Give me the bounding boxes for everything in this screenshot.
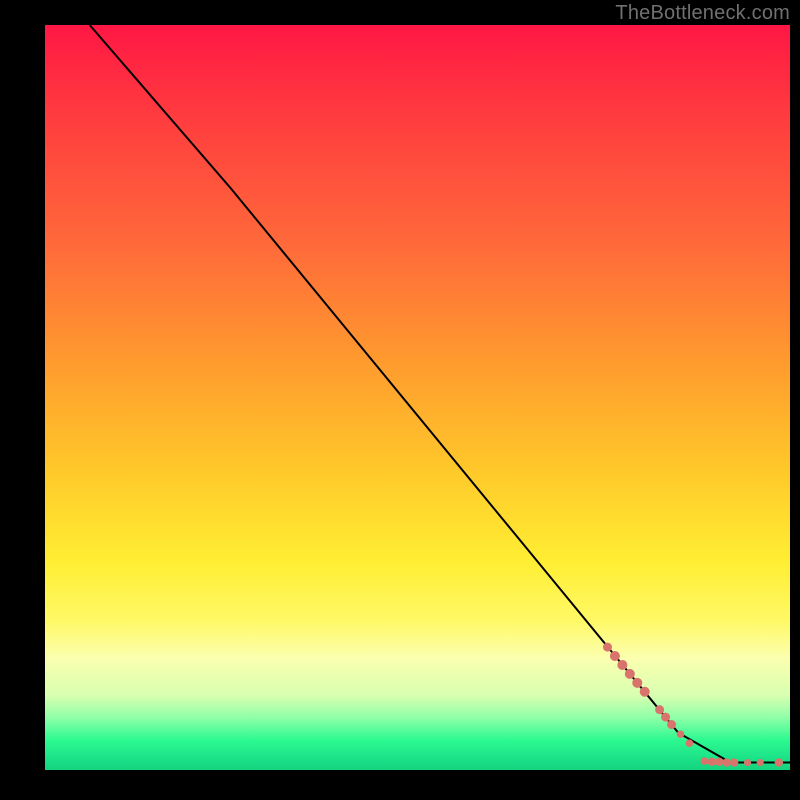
data-marker [655,705,664,714]
data-marker [775,758,783,766]
chart-overlay [45,25,790,770]
data-marker [632,678,642,688]
data-marker [744,759,751,766]
data-marker [661,713,670,722]
data-marker [603,643,612,652]
data-marker [610,651,620,661]
data-marker [708,758,716,766]
attribution-text: TheBottleneck.com [615,2,790,25]
data-marker [730,758,738,766]
data-marker [722,758,730,766]
data-marker [667,720,676,729]
data-marker [757,759,764,766]
data-marker [640,687,650,697]
data-marker [686,739,694,747]
data-marker [677,730,685,738]
data-marker [617,660,627,670]
data-marker [715,758,723,766]
data-marker [701,757,709,765]
curve-line [90,25,790,763]
plot-area [45,25,790,770]
data-marker [625,669,635,679]
